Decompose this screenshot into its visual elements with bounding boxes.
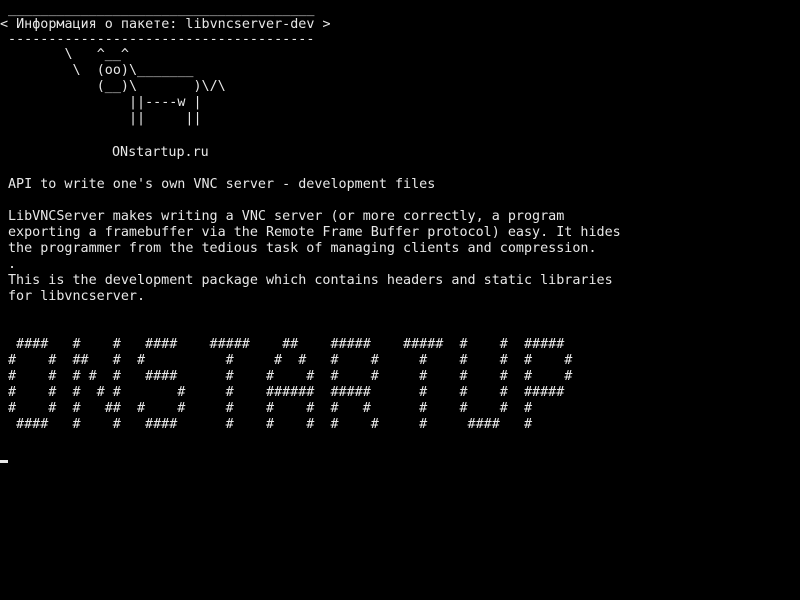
cow-art-line: \ (oo)\_______ — [0, 63, 194, 78]
cow-art-line: ||----w | — [0, 95, 202, 110]
cow-art-line: || || — [0, 111, 202, 126]
description-line: LibVNCServer makes writing a VNC server … — [8, 209, 565, 224]
cow-art-line: \ ^__^ — [0, 47, 129, 62]
description-line: for libvncserver. — [8, 289, 146, 304]
text-cursor — [0, 460, 8, 463]
cow-art-line: (__)\ )\/\ — [0, 79, 226, 94]
cowsay-bubble-top: ______________________________________ — [0, 2, 315, 17]
ascii-banner-line: #### # # #### # # # # # # #### # — [8, 417, 533, 432]
ascii-banner-line: # # # # # #### # # # # # # # # # # — [8, 369, 573, 384]
ascii-banner-line: # # ## # # # # # # # # # # # # — [8, 353, 573, 368]
cowsay-bubble-text: < Информация о пакете: libvncserver-dev … — [0, 17, 331, 32]
ascii-banner-line: #### # # #### ##### ## ##### ##### # # #… — [8, 337, 565, 352]
cowsay-bubble-bottom: -------------------------------------- — [0, 32, 315, 47]
package-summary: API to write one's own VNC server - deve… — [8, 177, 436, 192]
terminal-screen[interactable]: ______________________________________ <… — [0, 0, 800, 600]
ascii-banner-line: # # # ## # # # # # # # # # # # — [8, 401, 533, 416]
description-line: This is the development package which co… — [8, 273, 613, 288]
description-line: exporting a framebuffer via the Remote F… — [8, 225, 621, 240]
description-line: . — [8, 257, 17, 272]
site-name: ONstartup.ru — [112, 145, 209, 160]
ascii-banner-line: # # # # # # # ###### ##### # # # ##### — [8, 385, 565, 400]
description-line: the programmer from the tedious task of … — [8, 241, 597, 256]
